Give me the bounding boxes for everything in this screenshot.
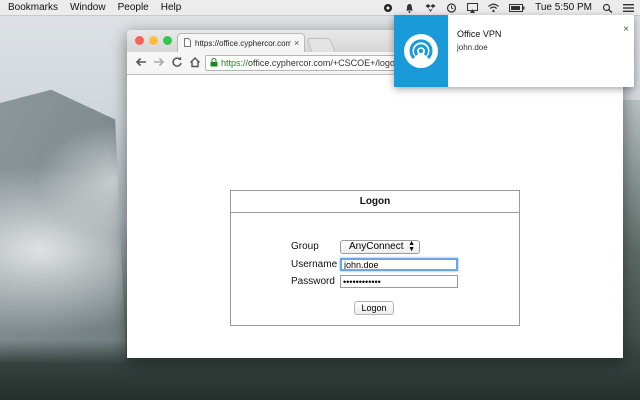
reload-icon[interactable]	[171, 56, 183, 71]
new-tab-button[interactable]	[306, 38, 336, 53]
home-icon[interactable]	[189, 56, 201, 71]
battery-icon[interactable]	[509, 3, 525, 13]
tab-close-icon[interactable]: ×	[294, 38, 299, 48]
window-controls	[135, 36, 172, 45]
vpn-app-icon	[394, 15, 448, 87]
timemachine-icon[interactable]	[446, 2, 457, 13]
forward-arrow-icon[interactable]	[153, 56, 165, 71]
mac-menubar: Bookmarks Window People Help Tue 5:50 PM	[0, 0, 640, 16]
menu-help[interactable]: Help	[161, 0, 182, 15]
close-window-button[interactable]	[135, 36, 144, 45]
username-label: Username	[291, 259, 338, 270]
logon-panel: Logon Group AnyConnect ▲▼ Username Passw…	[230, 190, 520, 326]
logon-title: Logon	[231, 191, 519, 213]
notification-body: john.doe	[457, 43, 488, 52]
menubar-clock[interactable]: Tue 5:50 PM	[535, 2, 592, 13]
lock-icon	[210, 57, 218, 69]
notification-center-icon[interactable]	[623, 3, 634, 13]
airplay-icon[interactable]	[467, 2, 479, 13]
back-arrow-icon[interactable]	[135, 56, 147, 71]
group-label: Group	[291, 241, 319, 252]
password-input[interactable]	[340, 275, 458, 288]
tab-title: https://office.cyphercor.com	[195, 38, 291, 48]
bell-icon[interactable]	[404, 3, 415, 13]
url-scheme: https://	[221, 58, 249, 68]
spotlight-search-icon[interactable]	[602, 3, 613, 13]
menu-window[interactable]: Window	[70, 0, 106, 15]
page-icon	[184, 37, 191, 49]
menu-people[interactable]: People	[118, 0, 149, 15]
username-input[interactable]	[340, 258, 458, 271]
password-label: Password	[291, 276, 335, 287]
minimize-window-button[interactable]	[149, 36, 158, 45]
group-select-value: AnyConnect	[349, 241, 404, 252]
wifi-icon[interactable]	[488, 3, 500, 13]
zoom-window-button[interactable]	[163, 36, 172, 45]
vpn-notification[interactable]: Office VPN john.doe ×	[394, 15, 634, 87]
group-select[interactable]: AnyConnect ▲ ▼	[340, 240, 420, 254]
vpn-status-icon[interactable]	[383, 3, 394, 13]
dropbox-icon[interactable]	[425, 3, 436, 13]
notification-title: Office VPN	[457, 29, 502, 39]
logon-button[interactable]: Logon	[354, 301, 394, 315]
select-arrows-icon: ▲ ▼	[408, 240, 415, 253]
menu-bookmarks[interactable]: Bookmarks	[8, 0, 58, 15]
browser-tab[interactable]: https://office.cyphercor.com ×	[177, 33, 305, 52]
notification-close-icon[interactable]: ×	[623, 24, 629, 35]
